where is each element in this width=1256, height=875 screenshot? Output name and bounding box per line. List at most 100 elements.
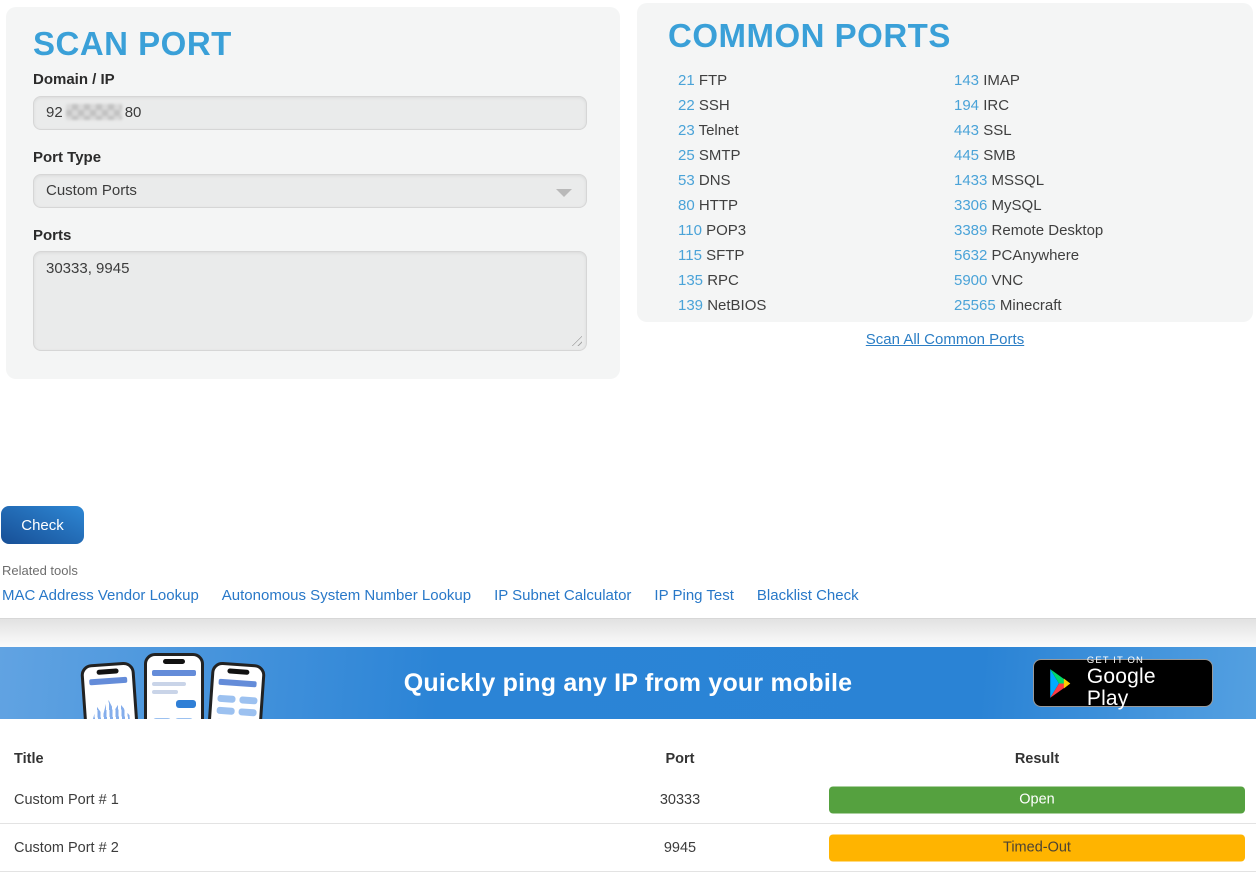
ports-label: Ports [33,227,71,244]
row-port: 9945 [560,840,800,856]
domain-ip-input[interactable]: 92 80 [33,96,587,130]
domain-ip-label: Domain / IP [33,71,115,88]
port-number: 25 [678,147,695,164]
results-table-header: Title Port Result [0,742,1256,776]
port-number: 1433 [954,172,987,189]
header-title: Title [14,751,44,767]
google-play-icon [1047,667,1076,700]
check-button[interactable]: Check [1,506,84,544]
ports-textarea-wrap: 30333, 9945 [33,251,587,351]
link-autonomous-system-number-lookup[interactable]: Autonomous System Number Lookup [222,587,471,604]
port-item: 3389 Remote Desktop [954,218,1103,243]
domain-ip-value-prefix: 92 [46,104,63,121]
port-item: 445 SMB [954,143,1103,168]
port-number: 5900 [954,272,987,289]
port-name: FTP [699,72,727,89]
port-number: 25565 [954,297,996,314]
port-item: 1433 MSSQL [954,168,1103,193]
port-name: IMAP [983,72,1020,89]
table-row: Custom Port # 2 9945 Timed-Out [0,824,1256,872]
port-item: 25 SMTP [678,143,766,168]
badge-google-play-text: Google Play [1087,666,1199,710]
ports-textarea[interactable]: 30333, 9945 [34,252,586,350]
port-name: Minecraft [1000,297,1062,314]
results-table: Title Port Result Custom Port # 1 30333 … [0,742,1256,872]
port-item: 443 SSL [954,118,1103,143]
port-number: 110 [678,222,702,239]
port-item: 143 IMAP [954,68,1103,93]
related-tools-label: Related tools [2,563,78,578]
row-port: 30333 [560,792,800,808]
phone-notch [163,659,185,664]
status-badge-timed-out[interactable]: Timed-Out [829,834,1245,861]
port-name: MySQL [992,197,1042,214]
status-badge-open[interactable]: Open [829,786,1245,813]
header-port: Port [560,751,800,767]
link-ip-subnet-calculator[interactable]: IP Subnet Calculator [494,587,631,604]
related-tools-links: MAC Address Vendor Lookup Autonomous Sys… [2,587,859,604]
port-name: SFTP [706,247,744,264]
phone-mockup-middle [144,653,204,719]
port-type-select[interactable]: Custom Ports [33,174,587,208]
port-name: IRC [983,97,1009,114]
phone-screen-button [176,700,196,708]
port-name: SSL [983,122,1011,139]
section-divider [0,618,1256,647]
port-number: 445 [954,147,979,164]
port-number: 135 [678,272,703,289]
port-number: 3389 [954,222,987,239]
table-row: Custom Port # 1 30333 Open [0,776,1256,824]
header-result: Result [829,751,1245,767]
link-ip-ping-test[interactable]: IP Ping Test [654,587,734,604]
row-title: Custom Port # 1 [14,792,119,808]
link-mac-address-vendor-lookup[interactable]: MAC Address Vendor Lookup [2,587,199,604]
port-item: 22 SSH [678,93,766,118]
port-item: 5632 PCAnywhere [954,243,1103,268]
port-number: 80 [678,197,695,214]
port-number: 194 [954,97,979,114]
port-scanner-page: SCAN PORT Domain / IP 92 80 Port Type Cus… [0,0,1256,875]
domain-ip-value-suffix: 80 [125,104,142,121]
port-name: RPC [707,272,739,289]
common-ports-panel: COMMON PORTS 21 FTP 22 SSH 23 Telnet 25 … [637,3,1253,322]
port-item: 5900 VNC [954,268,1103,293]
port-item: 3306 MySQL [954,193,1103,218]
port-type-label: Port Type [33,149,101,166]
row-title: Custom Port # 2 [14,840,119,856]
google-play-badge[interactable]: GET IT ON Google Play [1033,659,1213,707]
port-name: NetBIOS [707,297,766,314]
port-name: Remote Desktop [992,222,1104,239]
port-item: 21 FTP [678,68,766,93]
scan-all-common-ports-link[interactable]: Scan All Common Ports [637,331,1253,348]
common-ports-title: COMMON PORTS [668,17,951,55]
port-item: 80 HTTP [678,193,766,218]
common-ports-column-right: 143 IMAP 194 IRC 443 SSL 445 SMB 1433 MS… [954,68,1103,318]
port-name: POP3 [706,222,746,239]
port-item: 53 DNS [678,168,766,193]
port-name: PCAnywhere [992,247,1080,264]
port-number: 139 [678,297,703,314]
port-item: 23 Telnet [678,118,766,143]
promo-banner: Quickly ping any IP from your mobile GET… [0,647,1256,719]
port-number: 23 [678,122,695,139]
port-number: 3306 [954,197,987,214]
domain-ip-masked-segment [66,104,122,120]
port-number: 22 [678,97,695,114]
port-item: 110 POP3 [678,218,766,243]
port-item: 139 NetBIOS [678,293,766,318]
port-number: 443 [954,122,979,139]
common-ports-column-left: 21 FTP 22 SSH 23 Telnet 25 SMTP 53 DNS 8… [678,68,766,318]
google-play-badge-text: GET IT ON Google Play [1087,656,1199,710]
port-name: HTTP [699,197,738,214]
port-name: MSSQL [992,172,1045,189]
scan-port-title: SCAN PORT [33,25,232,63]
scan-port-panel: SCAN PORT Domain / IP 92 80 Port Type Cus… [6,7,620,379]
link-blacklist-check[interactable]: Blacklist Check [757,587,859,604]
port-name: SMTP [699,147,741,164]
phone-screen-header [152,670,196,676]
port-number: 21 [678,72,695,89]
port-number: 115 [678,247,702,264]
port-type-selected-value: Custom Ports [46,182,137,199]
port-item: 194 IRC [954,93,1103,118]
port-name: VNC [992,272,1024,289]
